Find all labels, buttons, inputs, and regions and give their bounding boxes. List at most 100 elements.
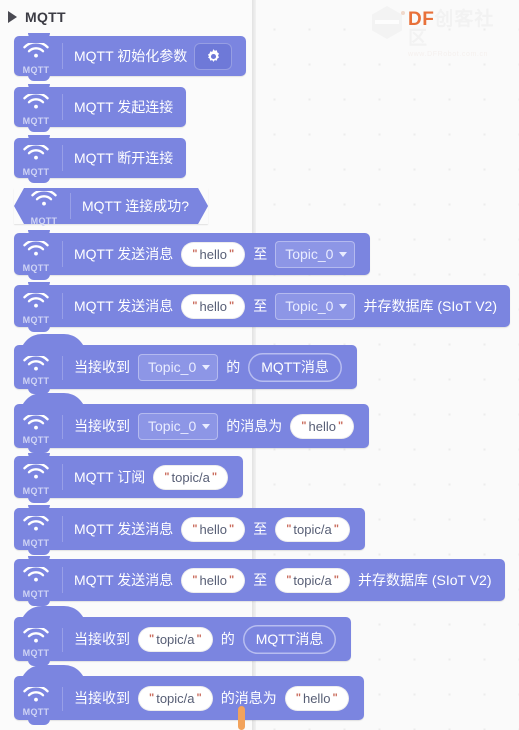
mqtt-icon-label: MQTT bbox=[22, 589, 50, 599]
dropdown-topic[interactable]: Topic_0 bbox=[138, 353, 219, 381]
block-mqtt-publish-topic0-siot[interactable]: MQTT MQTT 发送消息 " hello " 至 Topic_0 并存数据库… bbox=[14, 282, 511, 332]
dropdown-topic[interactable]: Topic_0 bbox=[275, 240, 356, 268]
block-separator bbox=[62, 354, 63, 380]
block-mqtt-subscribe[interactable]: MQTT MQTT 订阅 " topic/a " bbox=[14, 453, 244, 503]
category-header[interactable]: MQTT bbox=[8, 9, 66, 25]
text-input-value: topic/a bbox=[293, 572, 332, 588]
chevron-down-icon bbox=[202, 364, 211, 370]
mqtt-icon-label: MQTT bbox=[22, 116, 50, 126]
mqtt-icon-label: MQTT bbox=[22, 65, 50, 75]
text-input-topic[interactable]: " topic/a " bbox=[153, 464, 229, 490]
text-input-message[interactable]: " hello " bbox=[181, 293, 246, 319]
block-separator bbox=[62, 145, 63, 171]
text-input-value: hello bbox=[199, 521, 227, 537]
wifi-arcs-icon bbox=[23, 145, 49, 160]
block-separator bbox=[62, 464, 63, 490]
text-input-message[interactable]: " hello " bbox=[181, 516, 246, 542]
quote-close: " bbox=[333, 574, 339, 586]
block-text-2: 的 bbox=[226, 359, 241, 375]
quote-close: " bbox=[228, 574, 235, 586]
block-text-2: 的消息为 bbox=[226, 418, 283, 434]
chevron-down-icon bbox=[339, 303, 348, 309]
block-separator bbox=[62, 626, 63, 652]
wifi-arcs-icon bbox=[23, 628, 49, 643]
quote-close: " bbox=[228, 523, 235, 535]
dropdown-value: Topic_0 bbox=[285, 246, 334, 262]
text-input-topic[interactable]: " topic/a " bbox=[138, 626, 213, 652]
block-text-2: 至 bbox=[253, 521, 268, 537]
block-mqtt-on-message-equals-topic0[interactable]: MQTT 当接收到 Topic_0 的消息为 " hello " bbox=[14, 393, 370, 453]
block-separator bbox=[62, 94, 63, 120]
block-text: MQTT 断开连接 bbox=[74, 150, 174, 166]
text-input-value: hello bbox=[199, 298, 227, 314]
block-text: MQTT 初始化参数 bbox=[74, 48, 188, 64]
mqtt-icon-label: MQTT bbox=[30, 216, 58, 226]
block-text-2: 至 bbox=[253, 246, 268, 262]
mqtt-wifi-icon: MQTT bbox=[14, 619, 58, 659]
block-mqtt-on-message-custom[interactable]: MQTT 当接收到 " topic/a " 的 MQTT消息 bbox=[14, 606, 352, 666]
text-input-value: topic/a bbox=[156, 690, 195, 706]
block-mqtt-connect[interactable]: MQTT MQTT 发起连接 bbox=[14, 84, 187, 132]
mqtt-wifi-icon: MQTT bbox=[14, 234, 58, 274]
block-mqtt-is-connected[interactable]: MQTT MQTT 连接成功? bbox=[14, 188, 208, 226]
dropdown-topic[interactable]: Topic_0 bbox=[275, 292, 356, 320]
mqtt-wifi-icon: MQTT bbox=[14, 286, 58, 326]
text-input-value: topic/a bbox=[156, 631, 195, 647]
wifi-arcs-icon bbox=[23, 516, 49, 531]
block-mqtt-publish-custom[interactable]: MQTT MQTT 发送消息 " hello " 至 " topic/a " bbox=[14, 505, 365, 555]
block-text-1: MQTT 订阅 bbox=[74, 469, 146, 485]
block-mqtt-publish-custom-siot[interactable]: MQTT MQTT 发送消息 " hello " 至 " topic/a " 并… bbox=[14, 556, 505, 606]
mqtt-icon-label: MQTT bbox=[22, 538, 50, 548]
quote-close: " bbox=[332, 692, 338, 704]
dropdown-value: Topic_0 bbox=[148, 359, 197, 375]
mqtt-wifi-icon: MQTT bbox=[14, 347, 58, 387]
dropdown-value: Topic_0 bbox=[148, 418, 197, 434]
mqtt-icon-label: MQTT bbox=[22, 167, 50, 177]
category-label: MQTT bbox=[25, 9, 66, 25]
block-text-1: MQTT 发送消息 bbox=[74, 298, 174, 314]
text-input-topic[interactable]: " topic/a " bbox=[138, 685, 213, 711]
block-text-1: 当接收到 bbox=[74, 631, 130, 647]
block-mqtt-publish-topic0[interactable]: MQTT MQTT 发送消息 " hello " 至 Topic_0 bbox=[14, 230, 371, 280]
block-separator bbox=[62, 413, 63, 439]
df-hex-logo-icon bbox=[368, 2, 408, 42]
mqtt-wifi-icon: MQTT bbox=[14, 457, 58, 497]
block-text-1: MQTT 发送消息 bbox=[74, 521, 174, 537]
block-mqtt-on-message-equals-custom[interactable]: MQTT 当接收到 " topic/a " 的消息为 " hello " bbox=[14, 665, 364, 725]
mqtt-icon-label: MQTT bbox=[22, 263, 50, 273]
wifi-arcs-icon bbox=[23, 356, 49, 371]
gear-icon[interactable] bbox=[194, 42, 233, 70]
text-input-message[interactable]: " hello " bbox=[284, 685, 349, 711]
mqtt-icon-label: MQTT bbox=[22, 648, 50, 658]
wifi-arcs-icon bbox=[23, 43, 49, 58]
quote-close: " bbox=[211, 471, 218, 483]
mqtt-wifi-icon: MQTT bbox=[14, 509, 58, 549]
text-input-message[interactable]: " hello " bbox=[181, 241, 246, 267]
wifi-arcs-icon bbox=[31, 191, 57, 206]
text-input-message[interactable]: " hello " bbox=[290, 413, 355, 439]
mqtt-icon-label: MQTT bbox=[22, 315, 50, 325]
reporter-mqtt-message[interactable]: MQTT消息 bbox=[248, 352, 342, 382]
df-watermark: DF创客社区 www.DFRobot.com.cn bbox=[368, 2, 513, 58]
dropdown-topic[interactable]: Topic_0 bbox=[138, 412, 219, 440]
wifi-arcs-icon bbox=[23, 687, 49, 702]
text-input-topic[interactable]: " topic/a " bbox=[275, 516, 350, 542]
chevron-down-icon bbox=[202, 423, 211, 429]
vertical-scrollbar-handle[interactable] bbox=[238, 706, 245, 730]
text-input-message[interactable]: " hello " bbox=[181, 567, 246, 593]
block-mqtt-init[interactable]: MQTT MQTT 初始化参数 bbox=[14, 33, 247, 81]
text-input-topic[interactable]: " topic/a " bbox=[275, 567, 350, 593]
block-text-2: 的消息为 bbox=[220, 690, 277, 706]
reporter-mqtt-message[interactable]: MQTT消息 bbox=[242, 624, 337, 654]
block-mqtt-disconnect[interactable]: MQTT MQTT 断开连接 bbox=[14, 135, 187, 183]
text-input-value: topic/a bbox=[293, 521, 332, 537]
wifi-arcs-icon bbox=[23, 94, 49, 109]
block-mqtt-on-message-topic0[interactable]: MQTT 当接收到 Topic_0 的 MQTT消息 bbox=[14, 334, 357, 394]
block-separator bbox=[70, 193, 71, 219]
wifi-arcs-icon bbox=[23, 567, 49, 582]
wifi-arcs-icon bbox=[23, 464, 49, 479]
block-text-3: 并存数据库 (SIoT V2) bbox=[357, 572, 492, 588]
text-input-value: hello bbox=[302, 690, 331, 706]
block-text-3: 并存数据库 (SIoT V2) bbox=[363, 298, 498, 314]
mqtt-icon-label: MQTT bbox=[22, 707, 50, 717]
